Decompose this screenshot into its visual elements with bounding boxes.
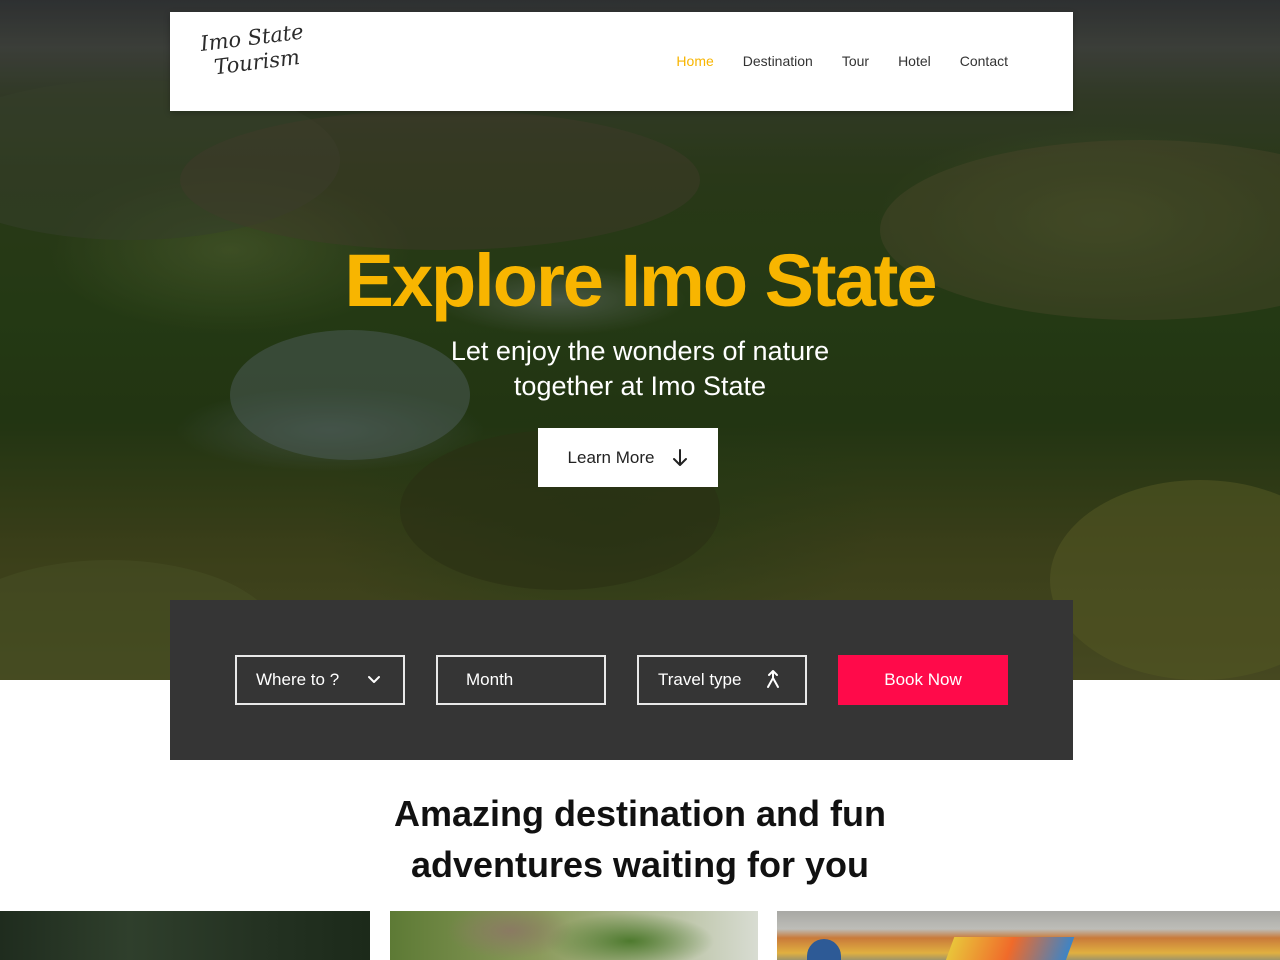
hero-title: Explore Imo State: [344, 239, 937, 322]
arrow-down-icon: [673, 448, 688, 466]
headline-regular-2: adventures: [410, 844, 604, 885]
where-to-select[interactable]: Where to ?: [235, 655, 405, 705]
book-now-button[interactable]: Book Now: [838, 655, 1008, 705]
mural-detail: [939, 937, 1075, 960]
headline-line-1: Amazing destination and fun: [0, 788, 1280, 839]
merge-arrows-icon: [767, 670, 779, 688]
destination-card-2[interactable]: [390, 911, 758, 960]
destination-card-1[interactable]: [0, 911, 370, 960]
headline-line-2: adventures waiting for you: [0, 839, 1280, 890]
site-logo[interactable]: Imo State Tourism: [199, 20, 312, 92]
headline-bold-2: waiting for you: [613, 844, 870, 885]
mural-detail: [807, 939, 841, 960]
headline-bold-1: Amazing: [393, 793, 544, 834]
nav-link-contact[interactable]: Contact: [960, 53, 1008, 69]
learn-more-button[interactable]: Learn More: [538, 428, 718, 487]
hero-subtitle-line-1: Let enjoy the wonders of nature: [450, 336, 830, 366]
page: Imo State Tourism Home Destination Tour …: [0, 0, 1280, 960]
month-field[interactable]: Month: [436, 655, 606, 705]
headline-regular-1: destination and fun: [554, 793, 886, 834]
main-nav: Home Destination Tour Hotel Contact: [676, 53, 1008, 69]
travel-type-select[interactable]: Travel type: [637, 655, 807, 705]
destination-card-3[interactable]: [777, 911, 1280, 960]
nav-link-tour[interactable]: Tour: [842, 53, 869, 69]
where-to-label: Where to ?: [256, 670, 340, 689]
travel-type-label: Travel type: [658, 670, 742, 689]
nav-link-destination[interactable]: Destination: [743, 53, 813, 69]
top-navbar: Imo State Tourism Home Destination Tour …: [170, 12, 1073, 111]
learn-more-label: Learn More: [567, 447, 655, 467]
chevron-down-icon: [368, 676, 380, 683]
hero-subtitle-line-2: together at Imo State: [513, 371, 767, 401]
section-headline: Amazing destination and fun adventures w…: [0, 788, 1280, 890]
hero-subtitle: Let enjoy the wonders of nature together…: [340, 334, 940, 404]
nav-link-home[interactable]: Home: [676, 53, 713, 69]
nav-link-hotel[interactable]: Hotel: [898, 53, 931, 69]
booking-panel: Where to ? Month Travel type Book Now: [170, 600, 1073, 760]
month-label: Month: [466, 670, 514, 689]
